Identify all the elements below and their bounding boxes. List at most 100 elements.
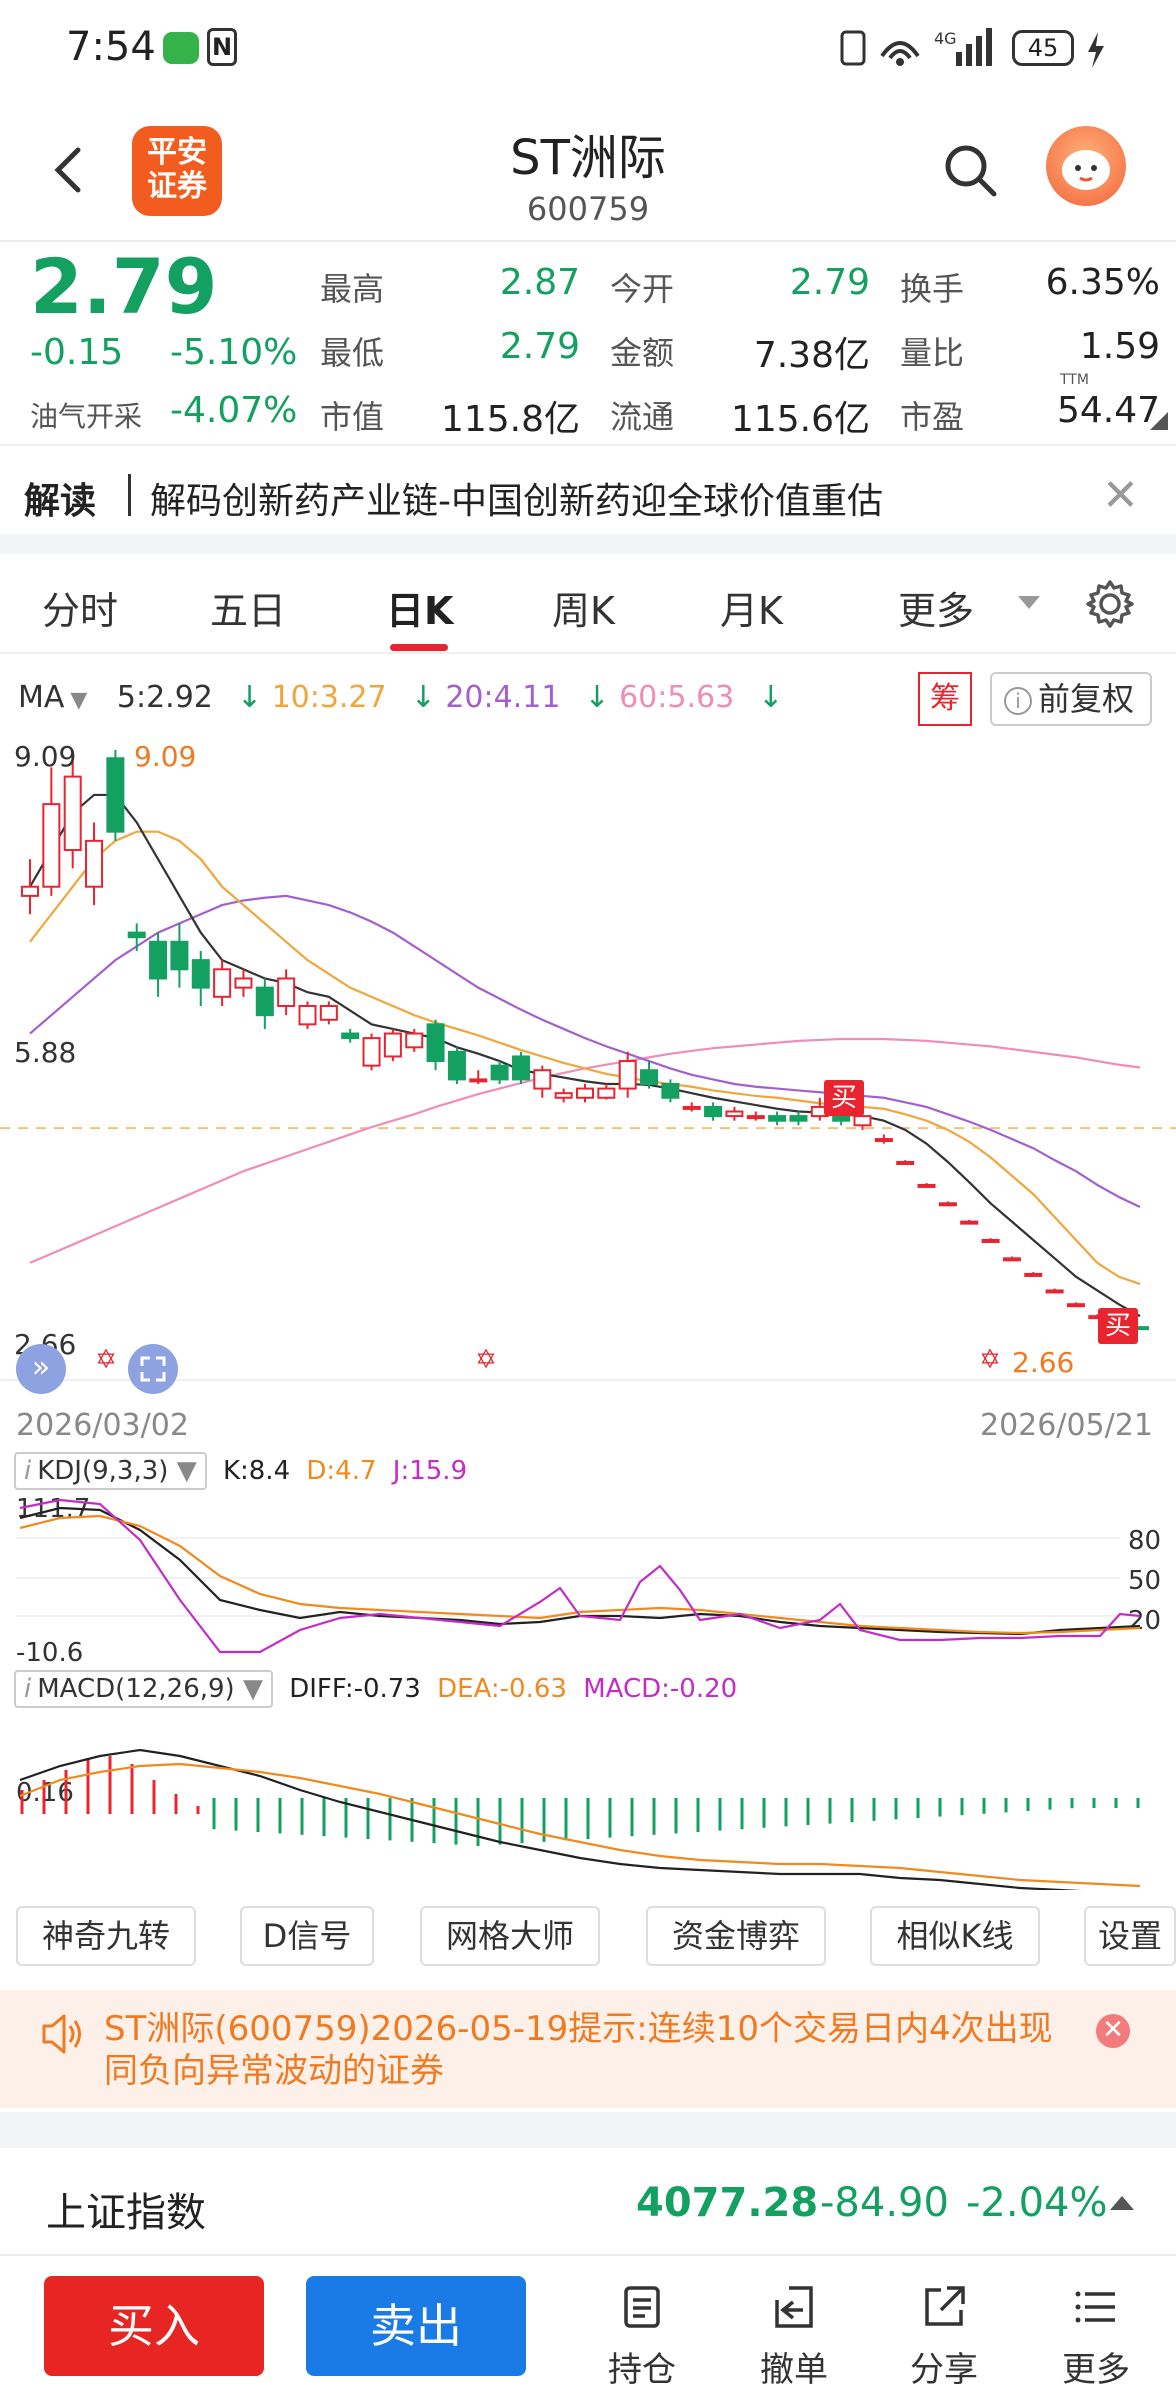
assistant-avatar[interactable]	[1046, 126, 1126, 206]
ma60-line	[29, 1037, 1141, 1264]
network-label: 4G	[934, 29, 957, 48]
status-time: 7:54	[66, 24, 156, 70]
kdj-k-value: K:8.4	[222, 1456, 291, 1486]
tab-yuek[interactable]: 月K	[720, 580, 783, 635]
ma60-value: 60:5.63	[619, 680, 735, 715]
quote-label: 金额	[610, 334, 675, 372]
nav-more[interactable]: 更多	[1036, 2282, 1156, 2391]
quote-value: 54.47	[1056, 390, 1160, 431]
tab-rik[interactable]: 日K	[386, 580, 453, 635]
ma5-value: 5:2.92	[116, 680, 213, 715]
candle	[1002, 1256, 1021, 1262]
nav-positions-label: 持仓	[608, 2350, 676, 2390]
candle-body	[853, 1115, 872, 1127]
ma-dropdown-icon[interactable]: ▼	[70, 688, 87, 713]
search-icon[interactable]	[940, 140, 1000, 200]
candle	[277, 969, 296, 1016]
candle	[42, 767, 61, 896]
kdj-chart[interactable]	[0, 1490, 1176, 1670]
tool-fund-game[interactable]: 资金博弈	[646, 1906, 826, 1966]
kdj-j-line	[19, 1498, 1141, 1654]
stock-code: 600759	[526, 190, 650, 228]
candle-body	[981, 1238, 1000, 1243]
tab-zhouk[interactable]: 周K	[552, 580, 615, 635]
ma-down-arrow-icon: ↓	[410, 680, 436, 715]
tab-more-dropdown-icon[interactable]	[1018, 596, 1040, 609]
macd-legend[interactable]: i MACD(12,26,9) ▼ DIFF:-0.73 DEA:-0.63 MA…	[14, 1670, 737, 1708]
index-name[interactable]: 上证指数	[46, 2180, 206, 2238]
tab-wuri[interactable]: 五日	[210, 580, 286, 635]
candle	[234, 969, 253, 997]
quote-value: 115.8亿	[440, 399, 580, 440]
settings-gear-icon[interactable]	[1084, 578, 1136, 630]
quote-value: 2.79	[499, 326, 580, 367]
tabs-divider	[0, 652, 1176, 654]
macd-selector[interactable]: i MACD(12,26,9) ▼	[14, 1670, 273, 1708]
adjustment-button[interactable]: i 前复权	[990, 672, 1152, 726]
tab-more[interactable]: 更多	[898, 580, 974, 635]
notice-text[interactable]: ST洲际(600759)2026-05-19提示:连续10个交易日内4次出现同负…	[104, 2008, 1064, 2092]
quote-value: 6.35%	[1045, 262, 1160, 303]
candle	[746, 1111, 765, 1121]
ma-label: MA	[18, 680, 65, 715]
min-price-marker: 2.66	[1012, 1346, 1075, 1379]
nav-positions[interactable]: 持仓	[582, 2282, 702, 2391]
sell-button[interactable]: 卖出	[306, 2276, 526, 2376]
quote-value: 7.38亿	[753, 335, 870, 376]
news-headline[interactable]: 解码创新药产业链-中国创新药迎全球价值重估	[150, 472, 883, 524]
index-expand-icon[interactable]	[1110, 2196, 1134, 2210]
y-high-label: 9.09	[14, 740, 77, 773]
candle-body	[917, 1183, 936, 1188]
candle-body	[597, 1087, 616, 1099]
tool-grid-master[interactable]: 网格大师	[420, 1906, 600, 1966]
macd-dea-value: DEA:-0.63	[437, 1674, 567, 1704]
candle-body	[277, 977, 296, 1008]
tool-settings[interactable]: 设置	[1084, 1906, 1176, 1966]
star-marker-icon: ✡	[475, 1345, 497, 1375]
index-change: -84.90	[820, 2180, 949, 2226]
notice-close-icon[interactable]: ✕	[1096, 2014, 1130, 2048]
candle-body	[725, 1110, 744, 1118]
back-icon[interactable]	[40, 140, 100, 200]
status-bar: 7:54 N 4G 45	[0, 0, 1176, 100]
nav-share[interactable]: 分享	[884, 2282, 1004, 2391]
ma-legend[interactable]: MA ▼ 5:2.92 ↓ 10:3.27 ↓ 20:4.11 ↓ 60:5.63 ↓	[18, 680, 783, 715]
candle-body	[298, 1005, 317, 1026]
candle-body	[213, 968, 232, 998]
expand-corner-icon[interactable]	[1150, 412, 1168, 430]
kdj-label: KDJ(9,3,3)	[37, 1456, 169, 1486]
candle	[149, 932, 168, 997]
candle	[170, 923, 189, 988]
expand-left-icon[interactable]: »	[16, 1344, 66, 1394]
candle	[21, 859, 39, 915]
max-price-marker: 9.09	[134, 740, 197, 773]
candle-body	[1002, 1257, 1021, 1262]
tab-fenshi[interactable]: 分时	[42, 580, 118, 635]
tool-shenqi-jiuzhuan[interactable]: 神奇九转	[16, 1906, 196, 1966]
speaker-icon	[42, 2014, 81, 2054]
candle-body	[1024, 1272, 1043, 1277]
candle-body	[490, 1064, 509, 1081]
candle-body	[341, 1032, 360, 1040]
fullscreen-icon[interactable]	[128, 1344, 178, 1394]
pe-ttm-suffix: TTM	[1060, 372, 1089, 388]
tool-similar-kline[interactable]: 相似K线	[870, 1906, 1040, 1966]
sector-label[interactable]: 油气开采	[30, 395, 142, 435]
kdj-legend[interactable]: i KDJ(9,3,3) ▼ K:8.4 D:4.7 J:15.9	[14, 1452, 467, 1490]
chip-distribution-button[interactable]: 筹	[918, 672, 972, 726]
candle	[597, 1083, 616, 1100]
ma-down-arrow-icon: ↓	[584, 680, 610, 715]
candle-body	[106, 757, 125, 833]
buy-signal-marker-2[interactable]: 买	[1098, 1308, 1138, 1344]
kline-chart[interactable]: ✡ ✡ ✡	[0, 730, 1176, 1390]
kdj-selector[interactable]: i KDJ(9,3,3) ▼	[14, 1452, 207, 1490]
ma5-line	[29, 793, 1141, 1318]
nav-cancel-order[interactable]: 撤单	[734, 2282, 854, 2391]
battery-level: 45	[1012, 30, 1074, 66]
buy-button[interactable]: 买入	[44, 2276, 264, 2376]
macd-chart[interactable]	[0, 1710, 1176, 1890]
candle	[319, 1001, 338, 1025]
close-icon[interactable]: ✕	[1102, 470, 1139, 521]
buy-signal-marker[interactable]: 买	[824, 1080, 864, 1116]
tool-d-signal[interactable]: D信号	[240, 1906, 374, 1966]
